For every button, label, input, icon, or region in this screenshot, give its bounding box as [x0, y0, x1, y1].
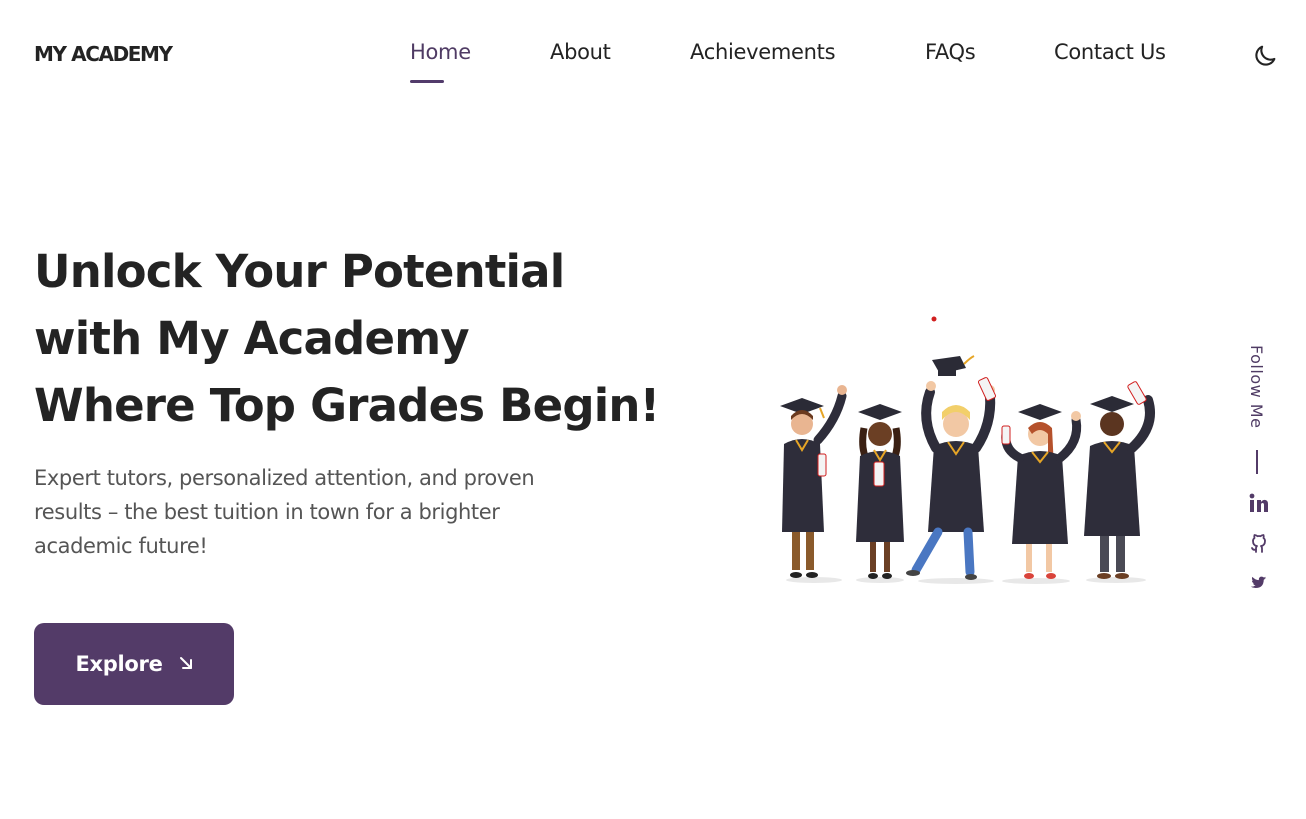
moon-icon[interactable] [1251, 42, 1279, 70]
page: MY ACADEMY Home About Achievements FAQs … [0, 0, 1306, 819]
hero-title-line: Unlock Your Potential [34, 245, 565, 298]
main-nav: Home About Achievements FAQs Contact Us [0, 40, 1306, 90]
explore-button-label: Explore [75, 652, 163, 676]
twitter-icon[interactable] [1248, 572, 1270, 594]
hero-desc-line: results – the best tuition in town for a… [34, 500, 500, 524]
nav-achievements[interactable]: Achievements [690, 40, 836, 64]
nav-about[interactable]: About [550, 40, 611, 64]
arrow-down-right-icon [179, 654, 193, 675]
linkedin-icon[interactable] [1248, 492, 1270, 514]
hero-title: Unlock Your Potential with My Academy Wh… [34, 238, 660, 439]
hero-title-line: Where Top Grades Begin! [34, 379, 660, 432]
follow-me-label: Follow Me [1247, 345, 1266, 429]
hero-desc-line: academic future! [34, 534, 208, 558]
nav-faqs[interactable]: FAQs [925, 40, 976, 64]
active-nav-indicator [410, 80, 444, 83]
nav-contact[interactable]: Contact Us [1054, 40, 1166, 64]
hero-title-line: with My Academy [34, 312, 470, 365]
explore-button[interactable]: Explore [34, 623, 234, 705]
github-icon[interactable] [1248, 532, 1270, 554]
nav-home[interactable]: Home [410, 40, 471, 64]
hero-desc-line: Expert tutors, personalized attention, a… [34, 466, 535, 490]
follow-divider [1256, 450, 1258, 474]
graduates-illustration [770, 300, 1170, 600]
hero-description: Expert tutors, personalized attention, a… [34, 461, 614, 563]
